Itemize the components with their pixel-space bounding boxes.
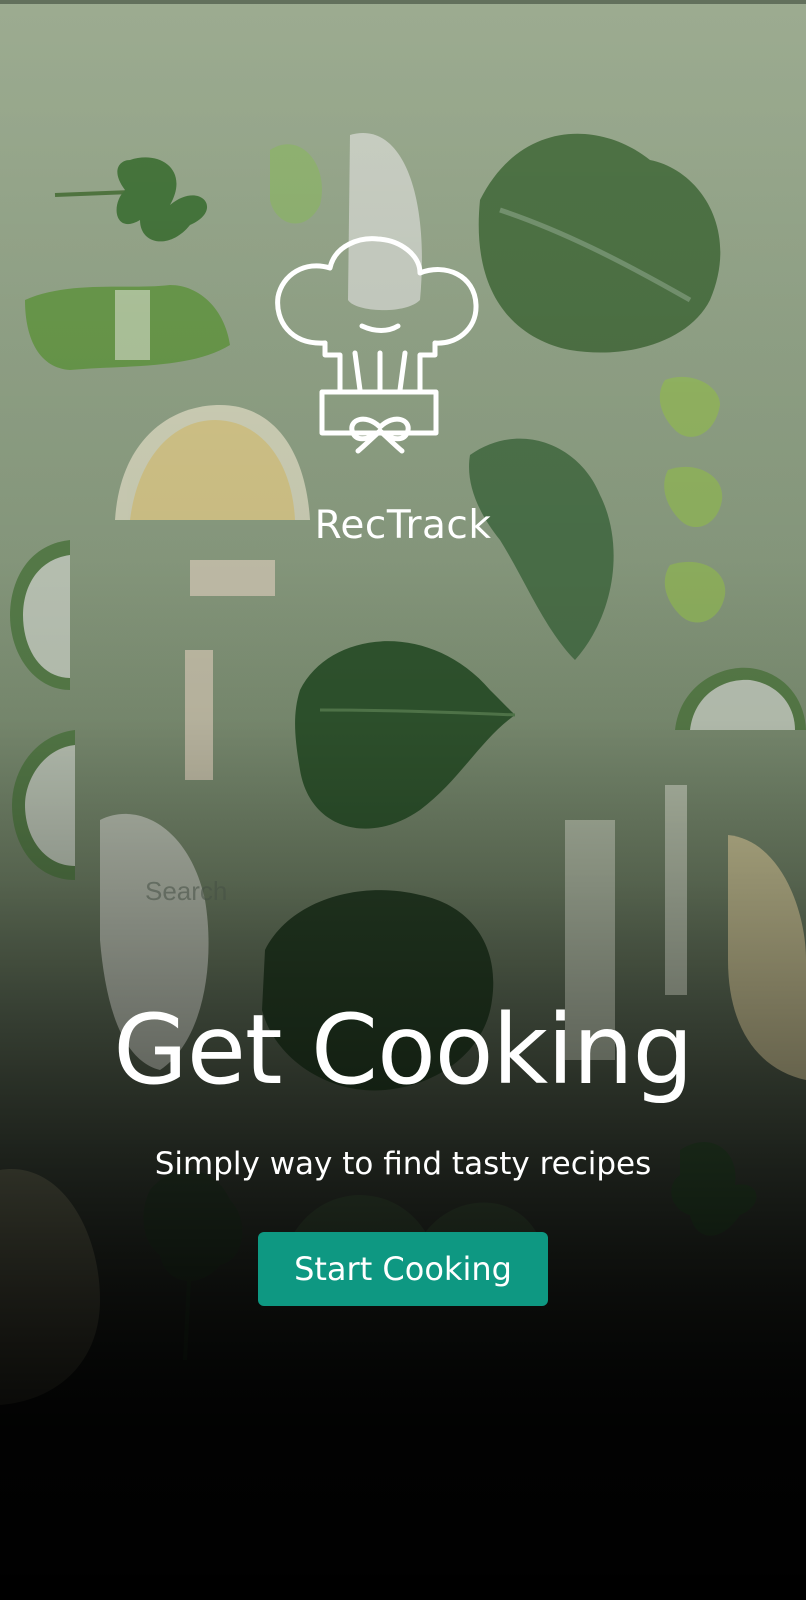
- background-search-text: Search: [145, 876, 228, 906]
- tagline: Simply way to find tasty recipes: [154, 1146, 652, 1182]
- page-title: Get Cooking: [113, 994, 693, 1106]
- start-cooking-button[interactable]: Start Cooking: [258, 1232, 548, 1306]
- splash-screen: Search RecTrack Get Cooking Simply way t…: [0, 0, 806, 1600]
- app-name: RecTrack: [314, 503, 492, 548]
- chef-hat-icon: [270, 235, 496, 475]
